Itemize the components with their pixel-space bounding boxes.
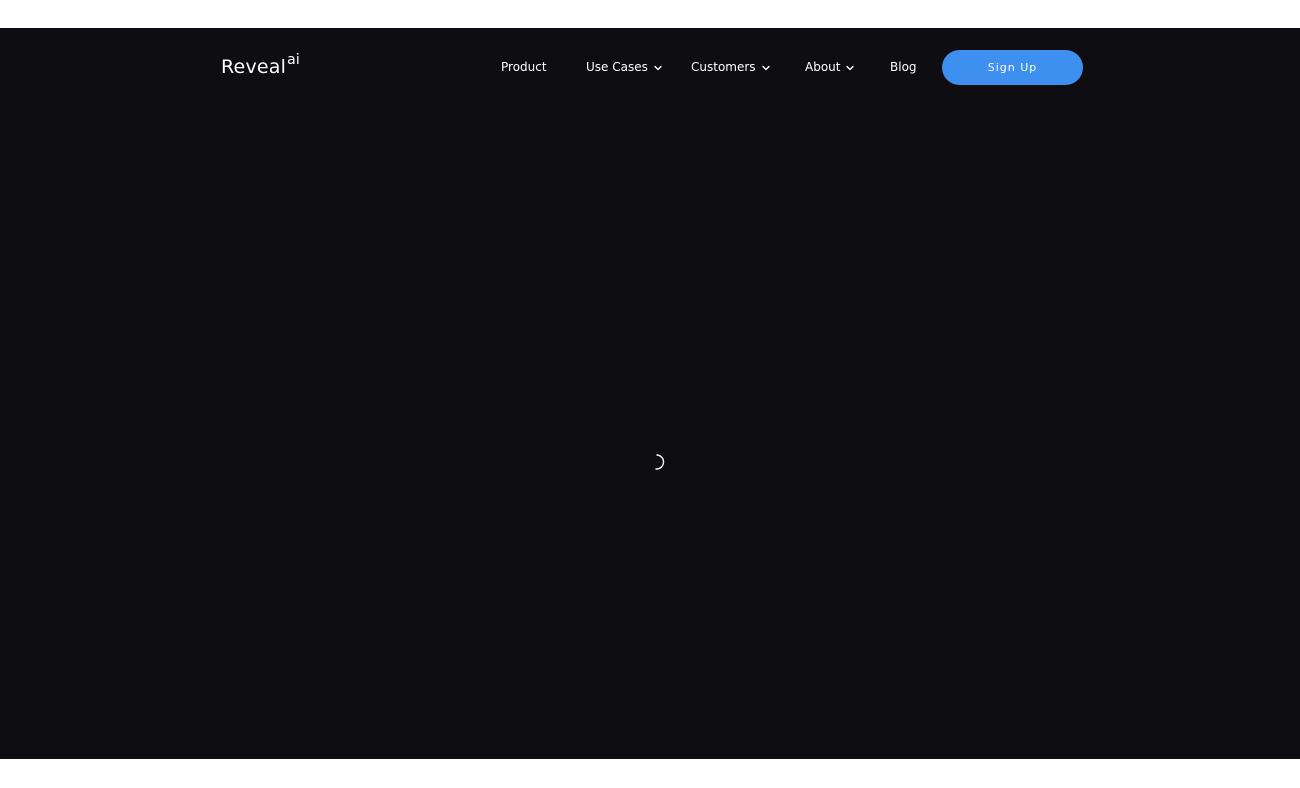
nav-item-label: Use Cases	[586, 60, 648, 74]
chevron-down-icon	[845, 63, 855, 73]
brand-logo[interactable]: Revealai	[221, 52, 300, 80]
loading-spinner-icon	[650, 452, 666, 472]
brand-suffix: ai	[287, 52, 300, 68]
nav-item-about[interactable]: About	[805, 59, 855, 75]
nav-item-label: Blog	[890, 60, 917, 74]
nav-item-blog[interactable]: Blog	[890, 59, 917, 75]
nav-item-label: Product	[501, 60, 547, 74]
top-navigation: Revealai Product Use Cases Customers Abo…	[0, 28, 1300, 106]
nav-item-label: About	[805, 60, 841, 74]
nav-item-product[interactable]: Product	[501, 59, 547, 75]
nav-item-customers[interactable]: Customers	[691, 59, 771, 75]
brand-name: Reveal	[221, 56, 287, 78]
nav-item-label: Customers	[691, 60, 756, 74]
chevron-down-icon	[761, 63, 771, 73]
hero-section: Revealai Product Use Cases Customers Abo…	[0, 28, 1300, 759]
chevron-down-icon	[653, 63, 663, 73]
sign-up-button[interactable]: Sign Up	[942, 50, 1083, 85]
page: Revealai Product Use Cases Customers Abo…	[0, 0, 1300, 788]
nav-item-use-cases[interactable]: Use Cases	[586, 59, 663, 75]
